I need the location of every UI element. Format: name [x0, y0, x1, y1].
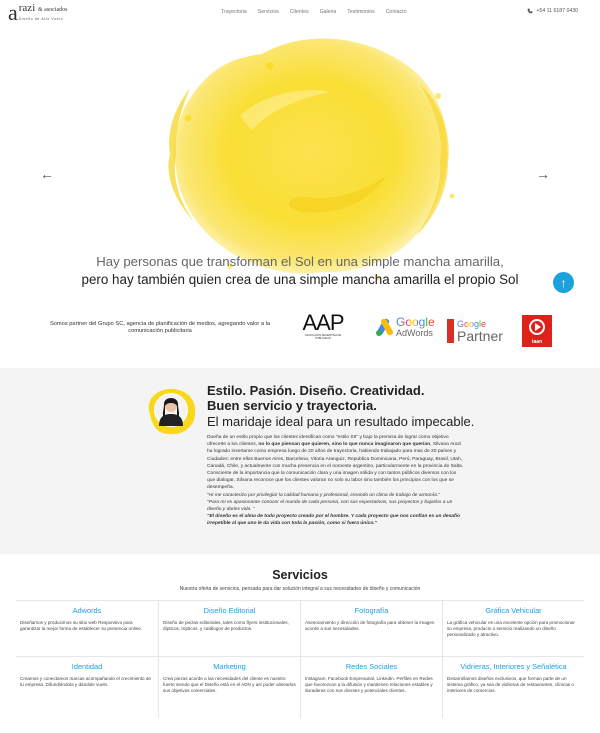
adwords-label: AdWords: [396, 328, 433, 338]
nav-clientes[interactable]: Clientes: [290, 9, 309, 15]
service-name[interactable]: Diseño Editorial: [163, 606, 296, 615]
services-subtitle: Nuestra oferta de servicios, pensada par…: [179, 586, 421, 592]
nav-galeria[interactable]: Galeria: [320, 9, 337, 15]
service-name[interactable]: Fotografía: [305, 606, 438, 615]
phone-icon: [528, 8, 533, 14]
main-nav: Trayectoria Servicios Clientes Galeria T…: [221, 9, 417, 15]
service-card-adwords[interactable]: Adwords Diseñamos y producimos su sitio …: [16, 600, 158, 656]
about-paragraph: Dueña de un estilo propio que los client…: [207, 435, 464, 491]
about-subheading: El maridaje ideal para un resultado impe…: [207, 414, 475, 429]
nav-testimonios[interactable]: Testimonios: [347, 9, 374, 15]
service-name[interactable]: Identidad: [20, 662, 154, 671]
logo-name: razi: [18, 2, 36, 14]
aap-logo[interactable]: AAP ASOCIACIÓN ARGENTINA DE PUBLICIDAD: [299, 310, 347, 341]
nav-trayectoria[interactable]: Trayectoria: [221, 9, 247, 15]
taan-logo[interactable]: taan: [522, 315, 552, 347]
google-partner-logo[interactable]: Google Partner: [447, 319, 503, 343]
about-heading: Estilo. Pasión. Diseño. Creatividad. Bue…: [207, 383, 425, 413]
partner-badge: [447, 319, 454, 343]
service-card-identidad[interactable]: Identidad Creamos y conectamos marcas ac…: [16, 656, 158, 718]
hero-slider: ← → Hay personas que transforman el Sol …: [0, 26, 600, 298]
services-section: Servicios Nuestra oferta de servicios, p…: [0, 556, 600, 733]
about-section: Estilo. Pasión. Diseño. Creatividad. Bue…: [0, 368, 600, 554]
about-quote-1: "Hi me caracterizo por privilegiar la ca…: [207, 492, 440, 498]
adwords-google-word: Google: [396, 315, 435, 329]
services-grid: Adwords Diseñamos y producimos su sitio …: [16, 600, 584, 718]
partners-strip: Somos partner del Grupo SC, agencia de p…: [0, 300, 600, 366]
service-card-redes-sociales[interactable]: Redes Sociales Instagram, Facebook Empre…: [300, 656, 442, 718]
service-name[interactable]: Gráfica Vehicular: [447, 606, 580, 615]
logo-tagline: Diseño de Alto Vuelo: [18, 17, 64, 21]
service-description: Creamos y conectamos marcas acompañando …: [20, 676, 151, 687]
scroll-to-top-button[interactable]: ↑: [553, 272, 574, 293]
partner-statement: Somos partner del Grupo SC, agencia de p…: [49, 321, 271, 334]
logo-suffix: & asociados: [38, 7, 68, 13]
service-name[interactable]: Adwords: [20, 606, 154, 615]
site-header: a razi & asociados Diseño de Alto Vuelo …: [0, 0, 600, 26]
phone-number: +54 11 6187 0430: [536, 8, 578, 14]
hero-tagline-line-1: Hay personas que transforman el Sol en u…: [96, 254, 504, 269]
aap-logo-subtitle: ASOCIACIÓN ARGENTINA DE PUBLICIDAD: [304, 334, 342, 340]
service-description: Desarrollamos diseños exclusivos, que fo…: [447, 676, 574, 693]
taan-label: taan: [531, 339, 543, 345]
services-title: Servicios: [272, 568, 328, 582]
about-body: Dueña de un estilo propio que los client…: [207, 434, 465, 528]
service-name[interactable]: Vidrieras, Interiores y Señalética: [447, 662, 580, 671]
phone-contact[interactable]: +54 11 6187 0430: [527, 8, 578, 14]
service-description: Diseño de piezas editoriales, tales como…: [163, 620, 289, 631]
taan-icon: [529, 319, 545, 335]
service-name[interactable]: Marketing: [163, 662, 296, 671]
chevron-right-icon[interactable]: →: [536, 166, 550, 182]
chevron-left-icon[interactable]: ←: [40, 166, 54, 182]
service-card-marketing[interactable]: Marketing Creá piezas acorde a las neces…: [158, 656, 300, 718]
service-description: Instagram, Facebook Empresarial, LinkedI…: [305, 676, 433, 693]
founder-portrait: [148, 388, 196, 435]
adwords-icon: [376, 318, 393, 336]
service-card-diseno-editorial[interactable]: Diseño Editorial Diseño de piezas editor…: [158, 600, 300, 656]
service-description: La gráfica vehicular es una excelente op…: [447, 620, 575, 637]
service-description: Asesoramiento y dirección de fotografía …: [305, 620, 435, 631]
logo-initial: a: [8, 0, 18, 25]
service-description: Diseñamos y producimos su sitio web Resp…: [20, 620, 143, 631]
nav-servicios[interactable]: Servicios: [258, 9, 279, 15]
service-card-grafica-vehicular[interactable]: Gráfica Vehicular La gráfica vehicular e…: [442, 600, 584, 656]
hero-tagline-line-2: pero hay también quien crea de una simpl…: [81, 272, 519, 287]
service-card-fotografia[interactable]: Fotografía Asesoramiento y dirección de …: [300, 600, 442, 656]
arrow-up-icon: ↑: [560, 275, 567, 290]
nav-contacto[interactable]: Contacto: [386, 9, 407, 15]
logo[interactable]: a razi & asociados Diseño de Alto Vuelo: [8, 0, 68, 25]
google-adwords-logo[interactable]: Google AdWords: [374, 316, 435, 338]
service-card-vidrieras[interactable]: Vidrieras, Interiores y Señalética Desar…: [442, 656, 584, 718]
about-quote-3: "El diseño es el alma de todo proyecto c…: [207, 514, 460, 527]
partner-label: Partner: [457, 327, 503, 344]
service-name[interactable]: Redes Sociales: [305, 662, 438, 671]
aap-logo-text: AAP: [302, 310, 344, 335]
about-quote-2: "Para mi es apasionante conocer el mundo…: [207, 499, 453, 513]
service-description: Creá piezas acorde a las necesidades del…: [163, 676, 296, 693]
